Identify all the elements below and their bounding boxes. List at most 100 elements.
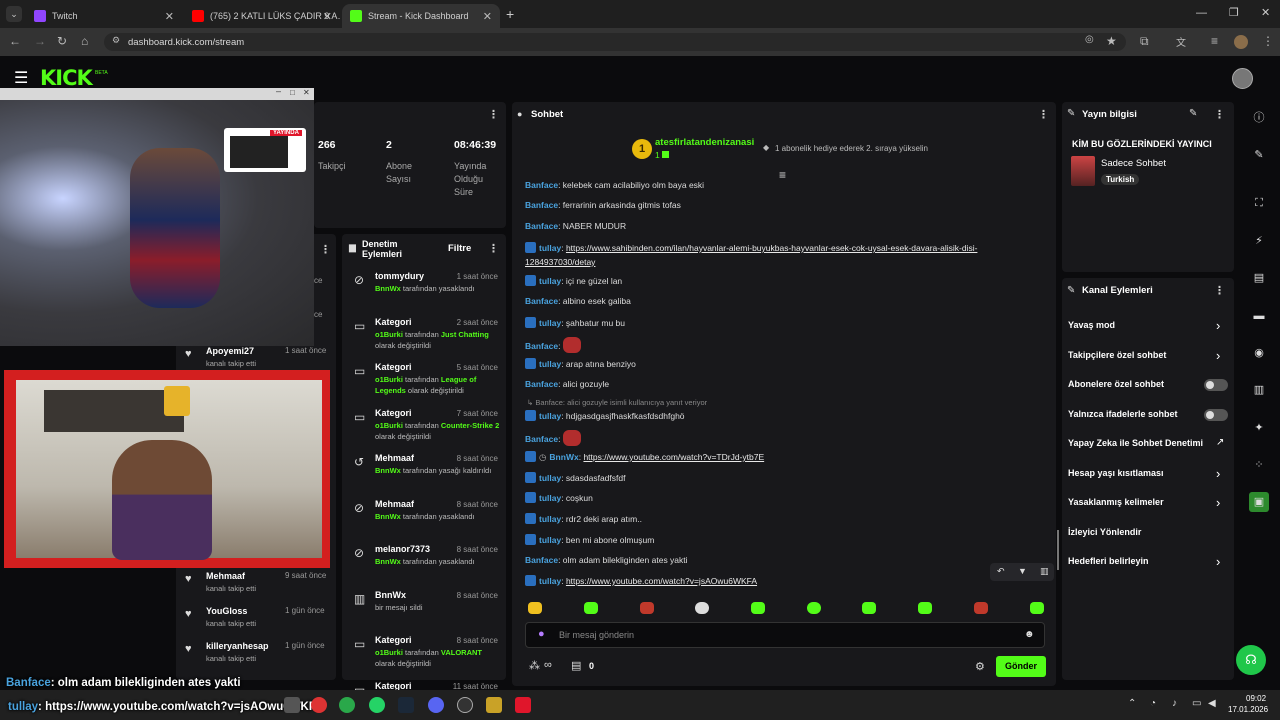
chat-link[interactable]: 1284937030/detay	[525, 257, 595, 267]
chat-link[interactable]: https://www.sahibinden.com/ilan/hayvanla…	[566, 243, 977, 253]
back-icon[interactable]: ←	[9, 34, 21, 48]
mod-action-name[interactable]: Kategori	[375, 317, 412, 327]
stream-category[interactable]: Sadece Sohbet	[1101, 158, 1166, 169]
filter-button[interactable]: Filtre	[448, 243, 471, 254]
emote-8[interactable]	[918, 602, 932, 614]
tab-youtube[interactable]: (765) 2 KATLI LÜKS ÇADIR 9 A… ✕	[184, 4, 340, 28]
taskbar-app-icon[interactable]	[284, 697, 300, 713]
chat-username[interactable]: Banface	[525, 555, 558, 565]
channel-action-label[interactable]: Yalnızca ifadelerle sohbet	[1068, 409, 1178, 419]
extensions-icon[interactable]: ⧉	[1140, 34, 1149, 49]
chat-menu-icon[interactable]: ⋮	[1038, 108, 1049, 121]
mod-action-name[interactable]: Mehmaaf	[375, 453, 414, 463]
follower-name[interactable]: Mehmaaf	[206, 571, 245, 581]
taskbar-app-icon[interactable]	[486, 697, 502, 713]
stats-menu-icon[interactable]: ⋮	[488, 108, 499, 121]
volume-icon[interactable]: ◀	[1208, 698, 1216, 709]
microphone-icon[interactable]: ♪	[1172, 698, 1177, 709]
tray-app-icon[interactable]: ◔	[1150, 698, 1156, 709]
emote-4[interactable]	[695, 602, 709, 614]
delete-icon[interactable]: ▥	[1040, 566, 1049, 577]
close-icon[interactable]: ✕	[165, 10, 174, 23]
mod-action-name[interactable]: Kategori	[375, 635, 412, 645]
hamburger-icon[interactable]: ☰	[14, 68, 28, 88]
chat-username[interactable]: tullay	[539, 411, 561, 421]
restore-icon[interactable]: ❐	[1229, 6, 1239, 19]
tab-twitch[interactable]: Twitch ✕	[26, 4, 182, 28]
follower-name[interactable]: YouGloss	[206, 606, 247, 616]
emote-3[interactable]	[640, 602, 654, 614]
discord-icon[interactable]	[428, 697, 444, 713]
close-window-icon[interactable]: ✕	[1261, 6, 1270, 19]
chat-username[interactable]: tullay	[539, 276, 561, 286]
clipboard-icon[interactable]: ▤	[1249, 268, 1269, 288]
lightning-icon[interactable]: ⚡	[1249, 231, 1269, 251]
forward-icon[interactable]: →	[34, 34, 46, 48]
translate-icon[interactable]: 文	[1176, 34, 1186, 49]
channel-action-label[interactable]: İzleyici Yönlendir	[1068, 527, 1141, 537]
eye-off-icon[interactable]: ◎	[1085, 34, 1094, 45]
emote-6[interactable]	[807, 602, 821, 614]
emote-7[interactable]	[862, 602, 876, 614]
chevron-right-icon[interactable]: ›	[1216, 554, 1220, 569]
emote-10[interactable]	[1030, 602, 1044, 614]
layout-icon[interactable]: ▥	[1249, 380, 1269, 400]
emote-9[interactable]	[974, 602, 988, 614]
external-link-icon[interactable]: ↗	[1216, 437, 1224, 448]
chat-username[interactable]: Banface	[525, 341, 558, 351]
chat-username[interactable]: Banface	[525, 200, 558, 210]
channel-action-label[interactable]: Yapay Zeka ile Sohbet Denetimi	[1068, 438, 1203, 448]
moderator-name[interactable]: o1Burki	[375, 330, 403, 339]
channel-actions-menu-icon[interactable]: ⋮	[1214, 284, 1225, 297]
chat-bubble-icon[interactable]: ▬	[1249, 306, 1269, 326]
chat-username[interactable]: BnnWx	[549, 452, 578, 462]
tab-kick-dashboard[interactable]: Stream - Kick Dashboard ✕	[342, 4, 500, 28]
chat-username[interactable]: tullay	[539, 243, 561, 253]
mod-action-name[interactable]: Mehmaaf	[375, 499, 414, 509]
mod-actions-menu-icon[interactable]: ⋮	[488, 242, 499, 255]
emote-2[interactable]	[584, 602, 598, 614]
channel-action-label[interactable]: Yavaş mod	[1068, 320, 1115, 330]
chat-username[interactable]: tullay	[539, 493, 561, 503]
chat-username[interactable]: Banface	[525, 180, 558, 190]
chat-username[interactable]: tullay	[539, 359, 561, 369]
wrench-icon[interactable]: ✦	[1249, 418, 1269, 438]
dots-icon[interactable]: ⁘	[1249, 455, 1269, 475]
emoji-icon[interactable]: ☻	[1024, 629, 1035, 640]
profile-avatar[interactable]	[1234, 35, 1248, 49]
moderator-name[interactable]: BnnWx	[375, 557, 401, 566]
clock-time[interactable]: 09:02	[1246, 694, 1266, 703]
minimize-icon[interactable]: —	[1196, 7, 1207, 19]
taskbar-app-icon[interactable]	[311, 697, 327, 713]
follower-name[interactable]: Apoyemi27	[206, 346, 254, 356]
moderator-name[interactable]: BnnWx	[375, 284, 401, 293]
pin-icon[interactable]: ▼	[1018, 566, 1027, 576]
support-icon[interactable]: ☊	[1236, 645, 1266, 675]
reload-icon[interactable]: ↻	[57, 34, 67, 48]
chat-username[interactable]: Banface	[525, 379, 558, 389]
mod-action-name[interactable]: Kategori	[375, 681, 412, 691]
info-icon[interactable]: ⓘ	[1249, 108, 1269, 128]
steam-icon[interactable]	[398, 697, 414, 713]
chat-username[interactable]: tullay	[539, 473, 561, 483]
top-gifter-name[interactable]: atesfirlatandenizanasi	[655, 137, 754, 148]
whatsapp-icon[interactable]	[369, 697, 385, 713]
user-avatar[interactable]	[1232, 68, 1253, 89]
pencil-icon[interactable]: ✎	[1249, 145, 1269, 165]
chat-scrollbar[interactable]	[1057, 530, 1059, 570]
chevron-right-icon[interactable]: ›	[1216, 348, 1220, 363]
tray-chevron-icon[interactable]: ⌃	[1128, 698, 1136, 709]
apps-icon[interactable]: ▣	[1249, 492, 1269, 512]
category-thumbnail[interactable]	[1071, 156, 1095, 186]
tab-search-icon[interactable]: ⌄	[6, 6, 22, 22]
points-icon[interactable]: ⁂	[529, 659, 540, 672]
activity-menu-icon[interactable]: ⋮	[320, 243, 331, 256]
chat-username[interactable]: Banface	[525, 434, 558, 444]
fullscreen-icon[interactable]: ⛶	[1249, 193, 1269, 213]
chat-username[interactable]: Banface	[525, 296, 558, 306]
mod-action-name[interactable]: Kategori	[375, 362, 412, 372]
moderator-name[interactable]: o1Burki	[375, 421, 403, 430]
chat-link[interactable]: https://www.youtube.com/watch?v=TDrJd-yt…	[583, 452, 764, 462]
close-icon[interactable]: ✕	[323, 10, 332, 23]
menu-icon[interactable]: ⋮	[1262, 34, 1274, 48]
